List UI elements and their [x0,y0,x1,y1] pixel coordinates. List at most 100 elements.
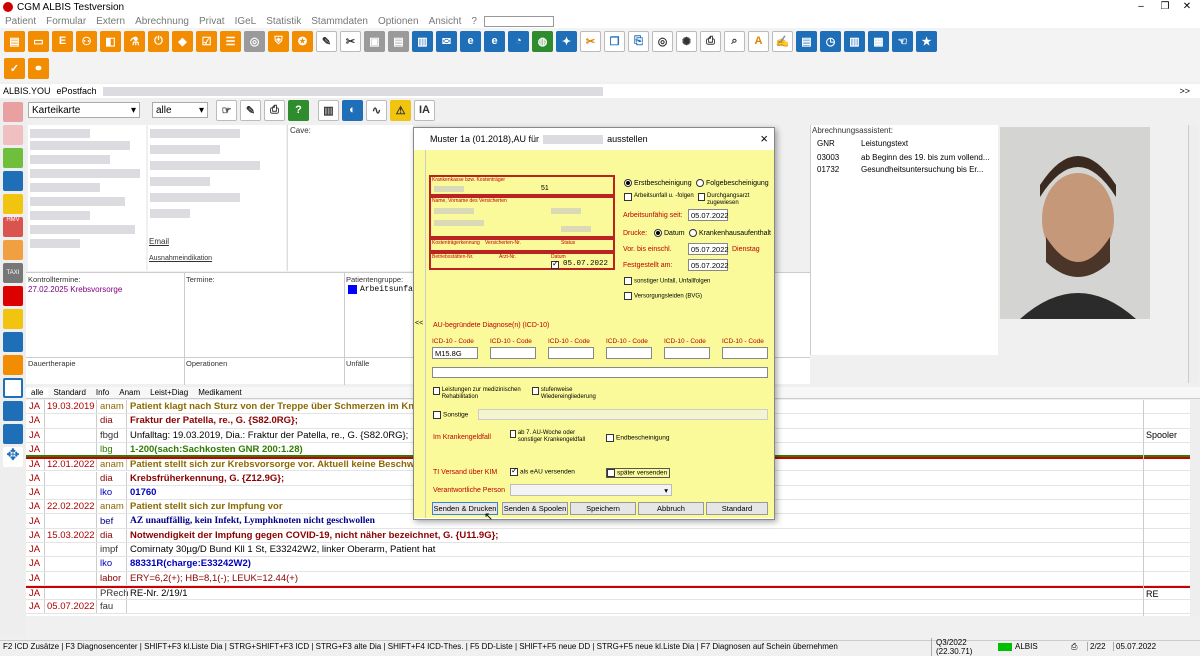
pencil-icon[interactable]: ✎ [240,99,261,121]
table-row[interactable]: JA PRech RE-Nr. 2/19/1 RE [26,585,1200,601]
icd-code-input[interactable] [722,347,768,359]
collapse-icon[interactable]: << [415,320,423,327]
sonstige-checkbox[interactable]: Sonstige [433,411,468,419]
grid-tab-standard[interactable]: Standard [48,388,90,397]
abrechnung-row[interactable]: 03003 ab Beginn des 19. bis zum vollend.… [817,153,997,162]
clock-icon[interactable]: ◷ [820,30,841,52]
calendar-icon[interactable]: ▦ [868,30,889,52]
paste-icon[interactable]: ⎘ [628,30,649,52]
move-icon[interactable]: ✥ [3,447,23,467]
disabled-icon[interactable]: ◎ [244,30,265,52]
kontrolltermin-value[interactable]: 27.02.2025 Krebsvorsorge [28,285,122,294]
certificate-icon[interactable]: ✪ [292,30,313,52]
list-red-icon[interactable] [3,125,23,145]
icd-code-input[interactable]: M15.8G [432,347,478,359]
kh-radio[interactable]: Krankenhausaufenthalt [689,229,771,237]
yellow-form-icon[interactable] [3,194,23,214]
menu-ansicht[interactable]: Ansicht [429,16,462,27]
menu-stammdaten[interactable]: Stammdaten [311,16,368,27]
magnifier-icon[interactable]: ⌕ [724,30,745,52]
icd-code-input[interactable] [490,347,536,359]
note-icon[interactable] [3,240,23,260]
eau-checkbox[interactable]: als eAU versenden [510,466,575,476]
abrechnung-row[interactable]: 01732 Gesundheitsuntersuchung bis Er... [817,165,997,174]
table-row[interactable]: JA labor ERY=6,2(+); HB=8,1(-); LEUK=12.44… [26,571,1200,586]
grid-tab-anam[interactable]: Anam [114,388,145,397]
au-seit-input[interactable]: 05.07.2022 [688,209,729,221]
grid-tab-leist-diag[interactable]: Leist+Diag [145,388,193,397]
list-icon[interactable]: ☰ [220,30,241,52]
table-row[interactable]: JA 05.07.2022 fau [26,600,1200,615]
ab7-checkbox[interactable]: ab 7. AU-Woche oder sonstiger Krankengel… [510,430,598,444]
abbruch-button[interactable]: Abbruch [638,502,704,515]
columns-icon[interactable]: ▥ [318,99,339,121]
fill-icon[interactable] [3,424,23,444]
hand-icon[interactable]: ☜ [892,30,913,52]
dialog-close-icon[interactable]: × [760,131,768,146]
diagnosis-text-input[interactable] [432,367,768,378]
stufenweise-checkbox[interactable]: stufenweise Wiedereingliederung [532,387,612,401]
syringe-icon[interactable] [3,355,23,375]
menu-extern[interactable]: Extern [96,16,125,27]
signature-icon[interactable]: ✍ [772,30,793,52]
copy-icon[interactable]: ❐ [604,30,625,52]
folge-radio[interactable]: Folgebescheinigung [696,179,769,187]
binoculars-icon[interactable]: ◎ [652,30,673,52]
warning-icon[interactable]: ⚠ [390,99,411,121]
right-scrollbar[interactable] [1188,125,1198,383]
taxi-icon[interactable]: TAXI [3,263,23,283]
font-icon[interactable]: A [748,30,769,52]
menu-optionen[interactable]: Optionen [378,16,419,27]
power-icon[interactable]: ⏻ [148,30,169,52]
endbescheinigung-checkbox[interactable]: Endbescheinigung [606,434,670,442]
camera-icon[interactable]: ▣ [364,30,385,52]
ia-icon[interactable]: IA [414,99,435,121]
patientengruppe-value[interactable]: Arbeitsunfa [360,285,413,294]
datum-checkbox[interactable] [551,259,559,269]
mail-icon[interactable]: ✉ [436,30,457,52]
ebm-icon[interactable]: E [52,30,73,52]
printer-small-icon[interactable]: ⎙ [264,99,285,121]
reha-checkbox[interactable]: Leistungen zur medizinischen Rehabilitat… [433,387,533,401]
navigate-icon[interactable]: ◆ [172,30,193,52]
green-form-icon[interactable] [3,148,23,168]
edit-icon[interactable]: ✎ [316,30,337,52]
hand-write-icon[interactable]: ☞ [216,99,237,121]
maximize-icon[interactable]: ❐ [1154,0,1176,14]
menu-statistik[interactable]: Statistik [266,16,301,27]
sonstige-input[interactable] [478,409,768,420]
close-icon[interactable]: ✕ [1176,0,1198,14]
menu-privat[interactable]: Privat [199,16,225,27]
flask-icon[interactable]: ⚗ [124,30,145,52]
tab-albis-you[interactable]: ALBIS.YOU [3,86,51,96]
standard-button[interactable]: Standard [706,502,768,515]
blue-form-icon[interactable] [3,171,23,191]
new-document-icon[interactable]: ▤ [4,30,25,52]
globe-icon[interactable]: ◍ [532,30,553,52]
table-row[interactable]: JA impf Comirnaty 30µg/D Bund Kll 1 St, E3… [26,543,1200,558]
eprescription-icon[interactable]: e [460,30,481,52]
virus-icon[interactable]: ✺ [676,30,697,52]
open-folder-icon[interactable]: ▭ [28,30,49,52]
tab-epostfach[interactable]: ePostfach [57,86,97,96]
menu-patient[interactable]: Patient [5,16,36,27]
book-icon[interactable]: ▥ [844,30,865,52]
confirm-icon[interactable]: ✓ [4,57,25,79]
menu-abrechnung[interactable]: Abrechnung [135,16,189,27]
durchgangsarzt-checkbox[interactable]: Durchgangsarzt zugewiesen [698,193,770,207]
grid-tab-info[interactable]: Info [91,388,114,397]
grid-scrollbar[interactable] [1190,400,1200,616]
pills-icon[interactable]: ◐ [342,99,363,121]
settings-icon[interactable]: ✦ [556,30,577,52]
dual-icon[interactable]: ⚭ [28,57,49,79]
minimize-icon[interactable]: – [1130,0,1152,14]
earztbrief-icon[interactable]: e [484,30,505,52]
panel-icon[interactable] [3,401,23,421]
frame-icon[interactable] [3,378,23,398]
printer-icon[interactable]: ⎙ [700,30,721,52]
shield-icon[interactable]: ⛨ [268,30,289,52]
tools-icon[interactable]: ✂ [340,30,361,52]
spaeter-checkbox[interactable]: später versenden [606,468,671,478]
cut-icon[interactable]: ✂ [580,30,601,52]
table-icon[interactable] [3,102,23,122]
